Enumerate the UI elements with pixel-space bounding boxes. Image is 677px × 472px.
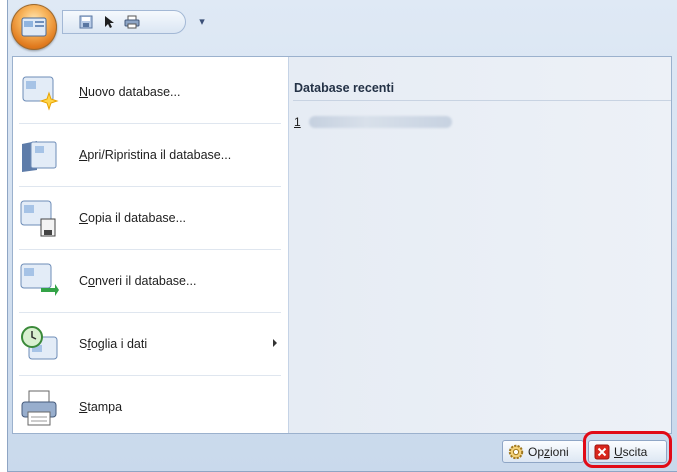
menu-divider xyxy=(19,375,281,376)
menu-item-label: Apri/Ripristina il database... xyxy=(79,148,232,162)
menu-divider xyxy=(19,186,281,187)
office-button[interactable] xyxy=(11,4,57,50)
options-label: Opzioni xyxy=(528,444,569,459)
menu-item-print[interactable]: Stampa xyxy=(13,377,288,439)
menu-item-open-restore-database[interactable]: Apri/Ripristina il database... xyxy=(13,125,288,187)
menu-item-label: Stampa xyxy=(79,400,123,414)
options-button[interactable]: Opzioni xyxy=(502,440,584,463)
menu-divider xyxy=(19,312,281,313)
recent-item-number: 1 xyxy=(294,115,301,129)
menu-divider xyxy=(19,249,281,250)
database-app-icon xyxy=(21,17,47,37)
menu-item-browse-data[interactable]: Sfoglia i dati xyxy=(13,314,288,376)
recent-item-path-redacted xyxy=(308,116,452,128)
menu-item-label: Nuovo database... xyxy=(79,85,181,99)
menu-item-copy-database[interactable]: Copia il database... xyxy=(13,188,288,250)
browse-data-icon xyxy=(21,326,58,360)
menu-item-convert-database[interactable]: Converi il database... xyxy=(13,251,288,313)
quick-access-toolbar xyxy=(62,10,186,34)
printer-icon xyxy=(21,390,57,426)
recent-databases-title: Database recenti xyxy=(294,81,395,95)
menu-item-label: Sfoglia i dati xyxy=(79,337,148,351)
submenu-arrow-icon xyxy=(273,339,277,347)
menu-item-label: Converi il database... xyxy=(79,274,197,288)
save-icon[interactable] xyxy=(77,13,95,31)
menu-divider xyxy=(19,123,281,124)
copy-database-icon xyxy=(20,200,56,237)
recent-database-item[interactable]: 1 xyxy=(294,115,452,129)
pointer-icon[interactable] xyxy=(101,13,119,31)
office-menu-panel: Nuovo database... Apri/Ripristina il dat… xyxy=(12,56,672,434)
gear-icon xyxy=(508,444,524,459)
chevron-down-icon[interactable]: ▾ xyxy=(195,12,209,30)
recent-databases-pane: Database recenti 1 xyxy=(289,57,671,433)
open-database-icon xyxy=(22,141,57,172)
recent-divider xyxy=(293,100,671,101)
menu-commands: Nuovo database... Apri/Ripristina il dat… xyxy=(13,57,289,433)
convert-database-icon xyxy=(20,263,59,296)
exit-highlight-annotation xyxy=(583,431,672,468)
menu-footer: Opzioni Uscita xyxy=(12,437,672,467)
menu-item-label: Copia il database... xyxy=(79,211,187,225)
new-database-icon xyxy=(22,76,59,111)
print-icon[interactable] xyxy=(123,13,141,31)
menu-item-new-database[interactable]: Nuovo database... xyxy=(13,62,288,124)
